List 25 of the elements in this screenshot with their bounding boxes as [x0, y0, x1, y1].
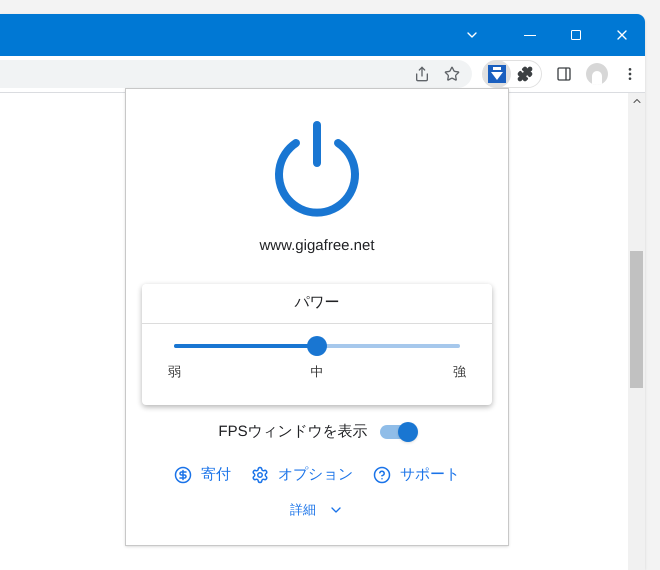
slider-label: 中: [310, 362, 324, 380]
side-panel-icon[interactable]: [556, 66, 572, 82]
footer-link[interactable]: オプション: [251, 464, 353, 486]
footer-link[interactable]: サポート: [373, 464, 460, 486]
extension-button[interactable]: [483, 60, 511, 88]
star-icon[interactable]: [444, 66, 460, 82]
puzzle-icon[interactable]: [517, 66, 533, 82]
maximize-icon: [570, 29, 582, 41]
scroll-thumb[interactable]: [630, 251, 643, 388]
dollar-icon: [174, 466, 192, 484]
fps-toggle[interactable]: [380, 425, 416, 440]
toggle-label: FPSウィンドウを表示: [218, 422, 368, 442]
share-icon[interactable]: [414, 66, 430, 82]
settings-icon: [251, 466, 269, 484]
scrollbar[interactable]: [628, 93, 645, 570]
slider-label: 弱: [168, 362, 181, 380]
slider-label: 強: [453, 362, 466, 380]
minimize-icon: [524, 34, 536, 36]
slider-thumb[interactable]: [307, 336, 327, 356]
site-url: www.gigafree.net: [259, 236, 375, 256]
details-toggle[interactable]: 詳細: [290, 500, 344, 520]
slider-track[interactable]: [174, 336, 460, 356]
footer-link[interactable]: 寄付: [174, 464, 231, 486]
help-icon: [373, 466, 391, 484]
card-title: パワー: [294, 292, 340, 313]
